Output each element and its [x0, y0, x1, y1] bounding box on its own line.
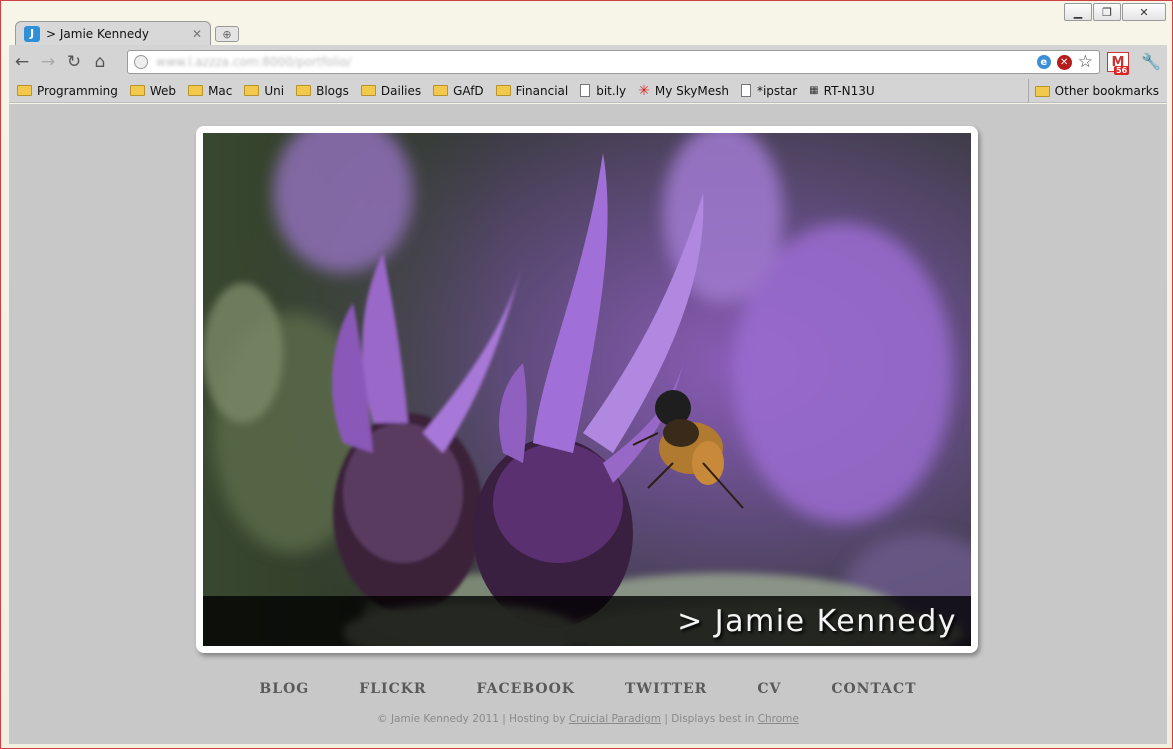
reload-button[interactable]: ↻ — [61, 49, 87, 75]
nav-cv[interactable]: CV — [757, 681, 781, 697]
folder-icon — [17, 85, 32, 96]
page-globe-icon — [134, 55, 148, 69]
hero-photo: > Jamie Kennedy — [203, 133, 971, 646]
browser-toolbar: ← → ↻ ⌂ www.l.azzza.com:8000/portfolio/ … — [9, 45, 1167, 79]
minimize-button[interactable]: ▁ — [1064, 3, 1092, 21]
bookmark-uni[interactable]: Uni — [244, 84, 284, 98]
folder-icon — [129, 85, 145, 96]
hosting-link[interactable]: Cruicial Paradigm — [569, 713, 661, 725]
bookmark-web[interactable]: Web — [129, 84, 176, 98]
page-content: > Jamie Kennedy BLOG FLICKR FACEBOOK TWI… — [9, 104, 1167, 744]
footer-middle: | Displays best in — [661, 713, 758, 725]
hero-caption-bar: > Jamie Kennedy — [203, 596, 971, 646]
reload-icon: ↻ — [66, 52, 82, 72]
nav-blog[interactable]: BLOG — [259, 681, 309, 697]
bookmark-mac[interactable]: Mac — [188, 84, 232, 98]
page-icon — [580, 84, 591, 97]
bookmark-rt-n13u[interactable]: ▦ RT-N13U — [809, 84, 875, 98]
forward-button[interactable]: → — [35, 49, 61, 75]
bookmark-skymesh[interactable]: ✳ My SkyMesh — [638, 83, 729, 99]
folder-icon — [433, 85, 449, 96]
blocked-content-icon[interactable]: ✕ — [1056, 54, 1072, 70]
wrench-menu-icon[interactable]: 🔧 — [1141, 52, 1161, 71]
omnibox-actions: e ✕ ☆ — [1036, 52, 1093, 72]
browser-window: ▁ ❐ ✕ J > Jamie Kennedy ✕ ⊕ ← → ↻ ⌂ www.… — [0, 0, 1173, 749]
folder-icon — [495, 85, 511, 96]
bookmark-programming[interactable]: Programming — [17, 84, 118, 98]
bookmark-gafd[interactable]: GAfD — [433, 84, 484, 98]
site-favicon-icon: J — [24, 25, 40, 42]
folder-icon — [188, 85, 204, 96]
nav-contact[interactable]: CONTACT — [831, 681, 916, 697]
window-controls: ▁ ❐ ✕ — [1063, 3, 1166, 21]
back-button[interactable]: ← — [9, 49, 35, 75]
page-icon — [740, 84, 751, 97]
bookmark-star-icon[interactable]: ☆ — [1078, 52, 1093, 72]
chrome-link[interactable]: Chrome — [758, 713, 799, 725]
home-button[interactable]: ⌂ — [87, 49, 113, 75]
back-arrow-icon: ← — [14, 52, 30, 72]
bookmarks-bar: Programming Web Mac Uni Blogs Dailies GA… — [9, 79, 1167, 103]
gmail-unread-badge: 56 — [1114, 66, 1130, 75]
folder-icon — [1034, 85, 1050, 97]
nav-facebook[interactable]: FACEBOOK — [477, 681, 575, 697]
folder-icon — [360, 85, 376, 96]
home-icon: ⌂ — [94, 52, 106, 72]
bookmark-blogs[interactable]: Blogs — [296, 84, 349, 98]
restore-button[interactable]: ❐ — [1093, 3, 1121, 21]
tab-active[interactable]: J > Jamie Kennedy ✕ — [15, 21, 211, 45]
plus-icon: ⊕ — [222, 27, 232, 41]
skymesh-icon: ✳ — [638, 82, 650, 99]
new-tab-button[interactable]: ⊕ — [215, 26, 239, 42]
router-icon: ▦ — [809, 85, 819, 96]
footer: © Jamie Kennedy 2011 | Hosting by Cruici… — [9, 713, 1167, 725]
bookmark-bitly[interactable]: bit.ly — [580, 84, 626, 98]
close-tab-icon[interactable]: ✕ — [192, 27, 202, 41]
nav-flickr[interactable]: FLICKR — [359, 681, 426, 697]
tab-title: > Jamie Kennedy — [46, 26, 149, 41]
folder-icon — [296, 85, 312, 96]
bookmark-ipstar[interactable]: *ipstar — [740, 84, 797, 98]
bookmark-financial[interactable]: Financial — [495, 84, 568, 98]
hero-frame: > Jamie Kennedy — [196, 126, 978, 653]
main-nav: BLOG FLICKR FACEBOOK TWITTER CV CONTACT — [9, 681, 1167, 697]
nav-twitter[interactable]: TWITTER — [625, 681, 707, 697]
address-bar[interactable]: www.l.azzza.com:8000/portfolio/ e ✕ ☆ — [127, 50, 1100, 74]
lavender-bee-photo — [203, 133, 971, 646]
footer-copyright: © Jamie Kennedy 2011 | Hosting by — [377, 713, 569, 725]
ie-tab-icon[interactable]: e — [1036, 55, 1051, 69]
site-title: > Jamie Kennedy — [677, 603, 957, 639]
url-text[interactable]: www.l.azzza.com:8000/portfolio/ — [156, 55, 1037, 69]
forward-arrow-icon: → — [40, 52, 56, 72]
close-window-button[interactable]: ✕ — [1122, 3, 1166, 21]
other-bookmarks[interactable]: Other bookmarks — [1027, 79, 1159, 103]
folder-icon — [244, 85, 260, 96]
bookmark-dailies[interactable]: Dailies — [360, 84, 421, 98]
